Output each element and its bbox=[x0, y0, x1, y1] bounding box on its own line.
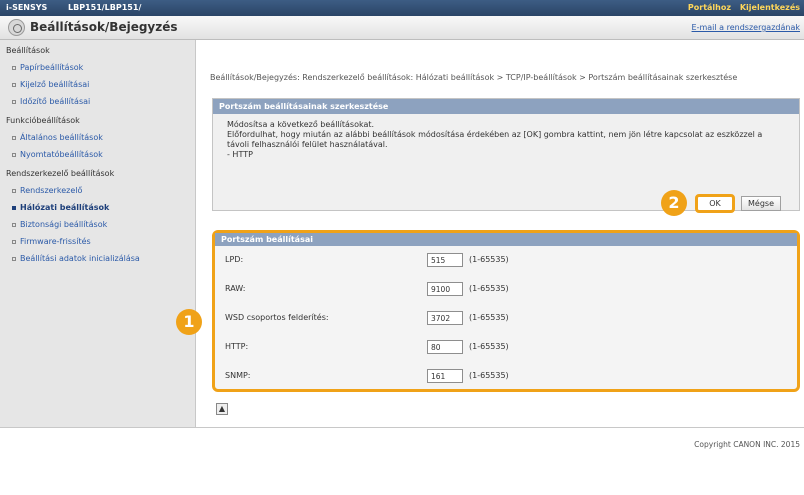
portal-link[interactable]: Portálhoz bbox=[688, 3, 731, 12]
snmp-label: SNMP: bbox=[225, 371, 251, 380]
gear-icon bbox=[8, 19, 25, 36]
sidebar-item-init[interactable]: Beállítási adatok inicializálása bbox=[12, 254, 140, 263]
bullet-icon bbox=[12, 135, 16, 140]
wsd-label: WSD csoportos felderítés: bbox=[225, 313, 329, 322]
logout-link[interactable]: Kijelentkezés bbox=[740, 3, 800, 12]
sidebar-item-display[interactable]: Kijelző beállításai bbox=[12, 80, 89, 89]
sidebar-item-timer[interactable]: Időzítő beállításai bbox=[12, 97, 90, 106]
bullet-icon bbox=[12, 256, 16, 261]
edit-panel-message: Módosítsa a következő beállításokat. Elő… bbox=[213, 114, 799, 166]
model-name: LBP151/LBP151/ bbox=[68, 3, 142, 12]
message-line-3: - HTTP bbox=[227, 150, 253, 159]
cancel-button[interactable]: Mégse bbox=[741, 196, 781, 211]
sidebar-item-label: Hálózati beállítások bbox=[20, 203, 110, 212]
sidebar-item-paper[interactable]: Papírbeállítások bbox=[12, 63, 83, 72]
brand-logo: i-SENSYS bbox=[6, 3, 48, 12]
bullet-icon bbox=[12, 65, 16, 70]
footer-divider bbox=[0, 427, 804, 428]
raw-range: (1-65535) bbox=[469, 284, 509, 293]
ok-button[interactable]: OK bbox=[695, 194, 735, 213]
message-line-1: Módosítsa a következő beállításokat. bbox=[227, 120, 375, 129]
sidebar-item-admin[interactable]: Rendszerkezelő bbox=[12, 186, 82, 195]
sidebar-item-security[interactable]: Biztonsági beállítások bbox=[12, 220, 107, 229]
raw-port-input[interactable] bbox=[427, 282, 463, 296]
bullet-icon bbox=[12, 239, 16, 244]
sidebar-item-label: Papírbeállítások bbox=[20, 63, 84, 72]
http-range: (1-65535) bbox=[469, 342, 509, 351]
edit-panel: Portszám beállításainak szerkesztése Mód… bbox=[212, 98, 800, 216]
sidebar-item-label: Beállítási adatok inicializálása bbox=[20, 254, 140, 263]
sidebar-item-label: Kijelző beállításai bbox=[20, 80, 90, 89]
bullet-icon bbox=[12, 99, 16, 104]
back-to-top-icon[interactable]: ▲ bbox=[216, 403, 228, 415]
sidebar-heading-admin: Rendszerkezelő beállítások bbox=[6, 169, 115, 178]
page-title: Beállítások/Bejegyzés bbox=[30, 20, 178, 34]
sidebar: Beállítások Papírbeállítások Kijelző beá… bbox=[0, 40, 196, 427]
sidebar-item-printer[interactable]: Nyomtatóbeállítások bbox=[12, 150, 103, 159]
sidebar-item-label: Firmware-frissítés bbox=[20, 237, 91, 246]
sidebar-heading-settings: Beállítások bbox=[6, 46, 50, 55]
sidebar-item-label: Általános beállítások bbox=[20, 133, 103, 142]
snmp-range: (1-65535) bbox=[469, 371, 509, 380]
port-settings-header: Portszám beállításai bbox=[215, 233, 797, 246]
bullet-icon bbox=[12, 205, 16, 210]
lpd-label: LPD: bbox=[225, 255, 244, 264]
sidebar-item-network[interactable]: Hálózati beállítások bbox=[12, 203, 109, 212]
raw-label: RAW: bbox=[225, 284, 246, 293]
wsd-port-input[interactable] bbox=[427, 311, 463, 325]
wsd-range: (1-65535) bbox=[469, 313, 509, 322]
bullet-icon bbox=[12, 82, 16, 87]
sidebar-item-label: Rendszerkezelő bbox=[20, 186, 83, 195]
title-bar: Beállítások/Bejegyzés E-mail a rendszerg… bbox=[0, 16, 804, 40]
bullet-icon bbox=[12, 152, 16, 157]
edit-panel-header: Portszám beállításainak szerkesztése bbox=[213, 99, 799, 114]
mail-admin-link[interactable]: E-mail a rendszergazdának bbox=[692, 23, 800, 32]
callout-badge-1: 1 bbox=[176, 309, 202, 335]
sidebar-item-label: Időzítő beállításai bbox=[20, 97, 91, 106]
bullet-icon bbox=[12, 222, 16, 227]
top-links: Portálhoz Kijelentkezés bbox=[682, 3, 800, 12]
sidebar-item-firmware[interactable]: Firmware-frissítés bbox=[12, 237, 91, 246]
lpd-range: (1-65535) bbox=[469, 255, 509, 264]
lpd-port-input[interactable] bbox=[427, 253, 463, 267]
message-line-2: Előfordulhat, hogy miután az alábbi beál… bbox=[227, 130, 763, 149]
port-settings-panel: Portszám beállításai LPD: (1-65535) RAW:… bbox=[212, 230, 800, 392]
top-bar: i-SENSYS LBP151/LBP151/ Portálhoz Kijele… bbox=[0, 0, 804, 16]
callout-badge-2: 2 bbox=[661, 190, 687, 216]
copyright-text: Copyright CANON INC. 2015 bbox=[694, 440, 800, 449]
http-port-input[interactable] bbox=[427, 340, 463, 354]
sidebar-heading-functions: Funkcióbeállítások bbox=[6, 116, 80, 125]
bullet-icon bbox=[12, 188, 16, 193]
breadcrumb: Beállítások/Bejegyzés: Rendszerkezelő be… bbox=[210, 73, 738, 82]
sidebar-item-label: Nyomtatóbeállítások bbox=[20, 150, 103, 159]
snmp-port-input[interactable] bbox=[427, 369, 463, 383]
sidebar-item-general[interactable]: Általános beállítások bbox=[12, 133, 103, 142]
http-label: HTTP: bbox=[225, 342, 249, 351]
sidebar-item-label: Biztonsági beállítások bbox=[20, 220, 108, 229]
